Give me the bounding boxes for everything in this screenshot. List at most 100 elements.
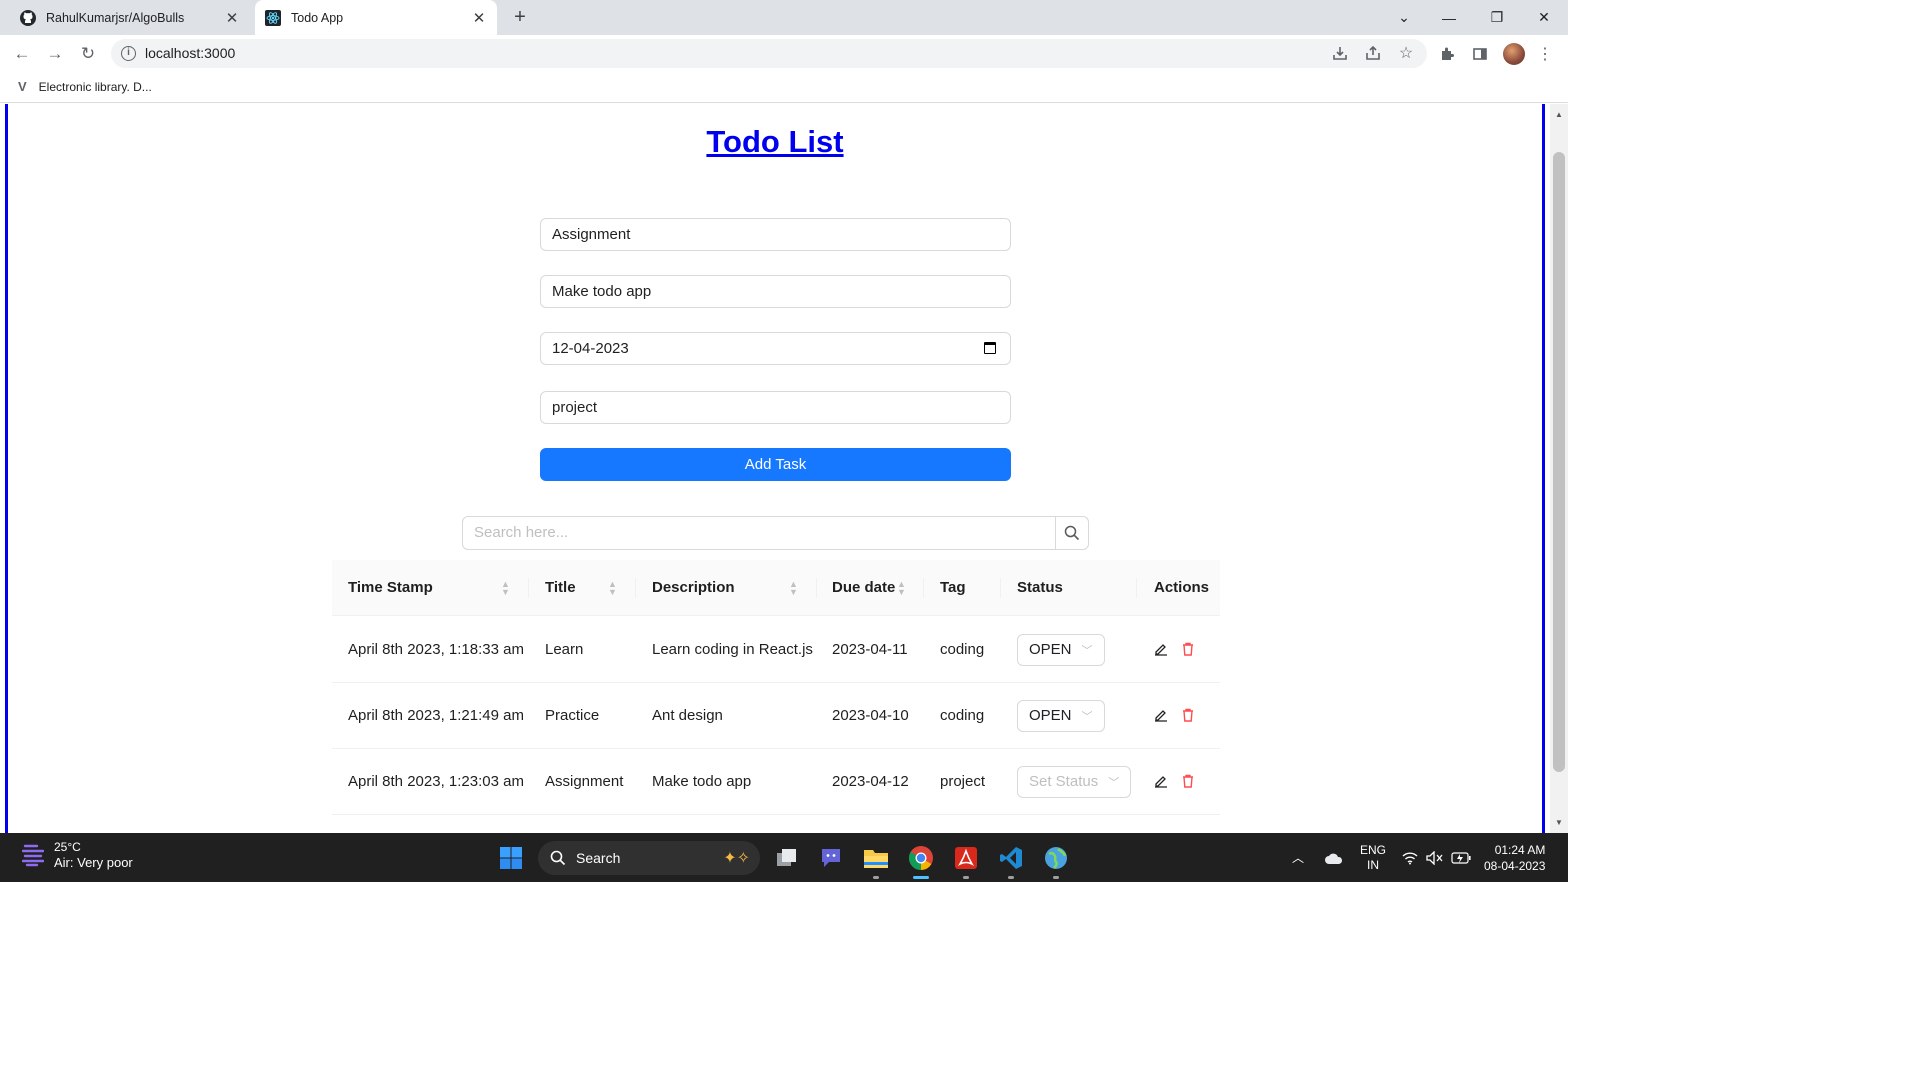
active-indicator — [913, 876, 929, 879]
search-button[interactable] — [1055, 517, 1088, 549]
cell-timestamp: April 8th 2023, 1:18:33 am — [348, 641, 524, 658]
cell-timestamp: April 8th 2023, 1:23:03 am — [348, 773, 524, 790]
sort-icon[interactable]: ▲ ▼ — [789, 580, 798, 597]
delete-icon[interactable] — [1180, 707, 1196, 723]
status-value: OPEN — [1029, 641, 1072, 658]
avatar[interactable] — [1503, 43, 1525, 65]
kebab-menu-icon[interactable]: ⋮ — [1535, 44, 1555, 64]
edit-icon[interactable] — [1153, 707, 1169, 723]
side-panel-icon[interactable] — [1470, 44, 1490, 64]
page-viewport: Todo List Assignment Make todo app 12-04… — [0, 104, 1568, 833]
site-info-icon[interactable]: i — [121, 46, 136, 61]
file-explorer-icon[interactable] — [859, 841, 893, 875]
forward-arrow-icon[interactable]: → — [43, 42, 67, 66]
delete-icon[interactable] — [1180, 641, 1196, 657]
bookmark-star-icon[interactable]: ☆ — [1396, 43, 1416, 63]
column-title[interactable]: Title ▲ ▼ — [545, 560, 636, 616]
column-label: Actions — [1154, 579, 1210, 596]
column-separator — [635, 578, 636, 598]
bookmark-item[interactable]: V Electronic library. D... — [18, 79, 152, 94]
sort-icon[interactable]: ▲ ▼ — [501, 580, 510, 597]
windows-start-icon[interactable] — [494, 841, 528, 875]
column-separator — [816, 578, 817, 598]
page-title[interactable]: Todo List — [0, 124, 1550, 160]
battery-icon[interactable] — [1451, 833, 1471, 882]
tab-todo-app[interactable]: Todo App ✕ — [255, 0, 497, 35]
scroll-up-arrow-icon[interactable]: ▲ — [1550, 108, 1568, 122]
status-select[interactable]: OPEN ﹀ — [1017, 700, 1105, 732]
add-task-button[interactable]: Add Task — [540, 448, 1011, 481]
extensions-icon[interactable] — [1437, 44, 1457, 64]
cell-title: Learn — [545, 641, 584, 658]
show-hidden-icons-chevron-icon[interactable]: ︿ — [1292, 833, 1304, 882]
language-indicator[interactable]: ENG IN — [1360, 833, 1386, 882]
acrobat-icon[interactable] — [949, 841, 983, 875]
description-input[interactable]: Make todo app — [540, 275, 1011, 308]
search-input[interactable]: Search here... — [463, 517, 1055, 549]
chevron-down-icon: ﹀ — [1108, 777, 1120, 789]
share-icon[interactable] — [1363, 43, 1383, 63]
new-tab-button[interactable]: + — [508, 6, 532, 30]
search-highlight-icon: ✦✧ — [723, 850, 750, 867]
chevron-down-icon: ﹀ — [1081, 711, 1093, 723]
restore-button[interactable]: ❐ — [1474, 0, 1520, 35]
tab-search-chevron-icon[interactable]: ⌄ — [1381, 0, 1427, 35]
status-select[interactable]: Set Status ﹀ — [1017, 766, 1132, 798]
search-icon — [1064, 525, 1080, 541]
minimize-button[interactable]: — — [1426, 0, 1472, 35]
close-icon[interactable]: ✕ — [220, 9, 244, 27]
cell-title: Assignment — [545, 773, 624, 790]
column-description[interactable]: Description ▲ ▼ — [652, 560, 817, 616]
edit-icon[interactable] — [1153, 773, 1169, 789]
tab-github[interactable]: RahulKumarjsr/AlgoBulls ✕ — [10, 0, 250, 35]
sort-icon[interactable]: ▲ ▼ — [897, 580, 906, 597]
reload-icon[interactable]: ↻ — [76, 42, 100, 66]
browser-tab-strip: RahulKumarjsr/AlgoBulls ✕ Todo App ✕ + ⌄… — [0, 0, 1568, 35]
volume-muted-icon[interactable] — [1426, 833, 1444, 882]
vscode-icon[interactable] — [994, 841, 1028, 875]
status-select[interactable]: OPEN ﹀ — [1017, 634, 1105, 666]
delete-icon[interactable] — [1180, 773, 1196, 789]
weather-temp: 25°C — [54, 840, 81, 854]
scrollbar-thumb[interactable] — [1553, 152, 1565, 772]
status-value: Set Status — [1029, 773, 1099, 790]
browser-globe-icon[interactable] — [1039, 841, 1073, 875]
column-label: Due date — [832, 579, 896, 596]
close-icon[interactable]: ✕ — [467, 9, 491, 27]
language-region: IN — [1367, 857, 1379, 872]
edit-icon[interactable] — [1153, 641, 1169, 657]
column-label: Status — [1017, 579, 1063, 596]
close-window-button[interactable]: ✕ — [1521, 0, 1567, 35]
due-date-input[interactable]: 12-04-2023 — [540, 332, 1011, 365]
clock-date: 08-04-2023 — [1484, 858, 1546, 873]
clock[interactable]: 01:24 AM 08-04-2023 — [1484, 833, 1545, 882]
chrome-icon[interactable] — [904, 841, 938, 875]
tag-input[interactable]: project — [540, 391, 1011, 424]
taskbar-search[interactable]: Search ✦✧ — [538, 841, 760, 875]
onedrive-cloud-icon[interactable] — [1324, 833, 1344, 882]
scroll-down-arrow-icon[interactable]: ▼ — [1550, 816, 1568, 830]
column-label: Title — [545, 579, 576, 596]
tab-label: RahulKumarjsr/AlgoBulls — [46, 10, 185, 25]
cell-tag: coding — [940, 641, 985, 658]
calendar-icon[interactable] — [984, 342, 996, 354]
taskbar-search-label: Search — [576, 850, 621, 866]
chat-icon[interactable] — [814, 841, 848, 875]
address-bar[interactable]: i localhost:3000 ☆ — [111, 39, 1427, 68]
title-input[interactable]: Assignment — [540, 218, 1011, 251]
column-timestamp[interactable]: Time Stamp ▲ ▼ — [348, 560, 529, 616]
browser-toolbar: ← → ↻ i localhost:3000 ☆ ⋮ — [0, 35, 1568, 72]
page-border-right — [1542, 104, 1545, 833]
install-app-icon[interactable] — [1330, 43, 1350, 63]
cell-description: Learn coding in React.js — [652, 641, 813, 658]
weather-widget[interactable]: 25°C Air: Very poor — [22, 840, 133, 870]
wifi-icon[interactable] — [1402, 833, 1418, 882]
back-arrow-icon[interactable]: ← — [10, 42, 34, 66]
cell-due-date: 2023-04-10 — [832, 707, 909, 724]
github-icon — [20, 9, 36, 26]
sort-icon[interactable]: ▲ ▼ — [608, 580, 617, 597]
task-view-icon[interactable] — [770, 841, 804, 875]
clock-time: 01:24 AM — [1494, 842, 1546, 857]
react-icon — [265, 9, 281, 26]
column-due-date[interactable]: Due date ▲ ▼ — [832, 560, 924, 616]
